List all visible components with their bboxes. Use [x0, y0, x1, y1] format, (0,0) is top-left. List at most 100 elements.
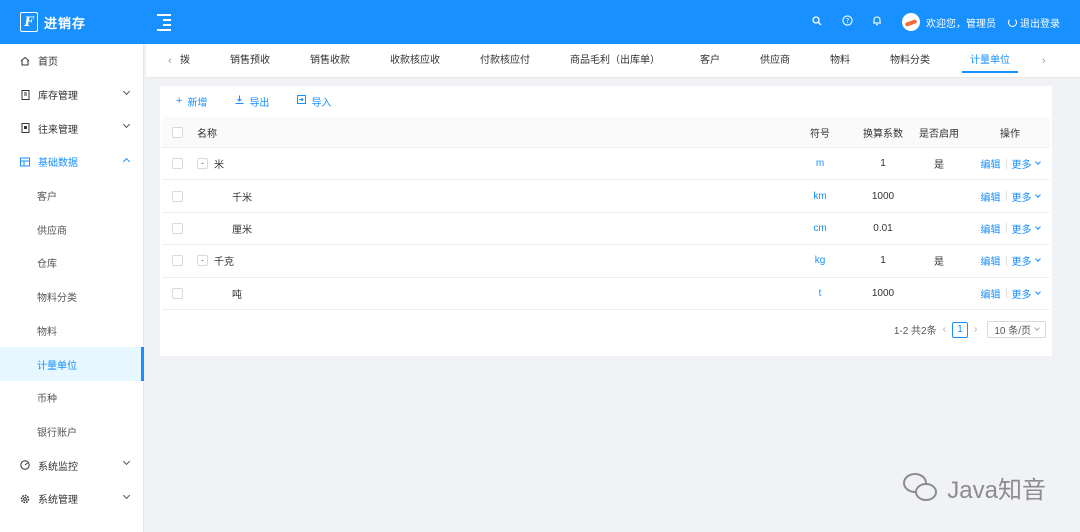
- sidebar-item-monitor[interactable]: 系统监控: [0, 448, 143, 482]
- more-dropdown[interactable]: 更多: [1012, 253, 1041, 268]
- tab-transfer[interactable]: 拨: [180, 44, 190, 78]
- edit-link[interactable]: 编辑: [981, 221, 1001, 236]
- chevron-down-icon: [122, 87, 131, 95]
- question-icon[interactable]: ?: [832, 15, 862, 29]
- sidebar-item-bank-account[interactable]: 银行账户: [0, 415, 143, 449]
- row-checkbox[interactable]: [172, 213, 183, 244]
- collapse-toggle-icon[interactable]: -: [197, 255, 208, 267]
- pagination: 1-2 共2条 ‹ 1 › 10 条/页: [894, 321, 1046, 338]
- sidebar-item-basic-data[interactable]: 基础数据: [0, 145, 143, 179]
- header-enabled: 是否启用: [919, 128, 959, 140]
- import-button[interactable]: 导入: [297, 94, 331, 109]
- more-label: 更多: [1011, 160, 1032, 172]
- sidebar-item-home[interactable]: 首页: [0, 44, 143, 78]
- edit-link[interactable]: 编辑: [981, 189, 1001, 204]
- row-ratio: 1000: [871, 287, 895, 299]
- sidebar-item-label: 仓库: [37, 259, 57, 271]
- row-actions: 编辑 更多: [972, 213, 1048, 244]
- add-button[interactable]: + 新增: [176, 94, 207, 109]
- row-name: 千克: [214, 257, 234, 269]
- page-number-button[interactable]: 1: [951, 321, 968, 338]
- app-logo[interactable]: F 进销存: [0, 0, 144, 44]
- row-ratio: 1000: [871, 190, 895, 202]
- tab-gross-profit[interactable]: 商品毛利（出库单）: [570, 44, 660, 78]
- row-name: 米: [214, 160, 224, 172]
- page-size-select[interactable]: 10 条/页: [987, 321, 1046, 338]
- sidebar-item-transactions[interactable]: 往来管理: [0, 111, 143, 145]
- tab-material-category[interactable]: 物料分类: [890, 44, 930, 78]
- chevron-down-icon: [1034, 325, 1040, 331]
- edit-link[interactable]: 编辑: [981, 286, 1001, 301]
- row-name-cell: 千米: [197, 180, 252, 211]
- select-all-checkbox[interactable]: [172, 117, 183, 147]
- table-row: 吨 t 1000 编辑 更多: [162, 278, 1050, 310]
- more-dropdown[interactable]: 更多: [1011, 221, 1041, 236]
- unit-table: 名称 符号 换算系数 是否启用 操作 -米 m 1 是 编辑 更多 千米 km …: [162, 117, 1050, 310]
- row-symbol: cm: [813, 222, 827, 234]
- row-enabled: 是: [934, 160, 944, 172]
- edit-link[interactable]: 编辑: [981, 156, 1001, 171]
- next-page-icon[interactable]: ›: [974, 324, 977, 335]
- more-dropdown[interactable]: 更多: [1011, 156, 1041, 172]
- table-row: - 千克 kg 1 是 编辑 更多: [162, 245, 1050, 278]
- tab-unit[interactable]: 计量单位: [962, 44, 1018, 78]
- edit-link[interactable]: 编辑: [981, 253, 1001, 268]
- row-symbol: t: [818, 287, 822, 299]
- row-checkbox[interactable]: [172, 245, 183, 276]
- sidebar-item-material[interactable]: 物料: [0, 314, 143, 348]
- tab-material[interactable]: 物料: [830, 44, 850, 78]
- tabs-scroll-left-icon[interactable]: ‹: [168, 55, 172, 67]
- export-label: 导出: [249, 97, 270, 109]
- ledger-icon: [20, 123, 30, 134]
- sidebar-item-unit[interactable]: 计量单位: [0, 347, 144, 381]
- logout-button[interactable]: 退出登录: [1008, 15, 1060, 30]
- tab-customer[interactable]: 客户: [700, 44, 720, 78]
- tab-sales-prepay[interactable]: 销售预收: [230, 44, 270, 78]
- more-dropdown[interactable]: 更多: [1012, 286, 1041, 301]
- tab-payment-verify[interactable]: 付款核应付: [480, 44, 530, 78]
- tabs-scroll-right-icon[interactable]: ›: [1042, 55, 1046, 67]
- header-ops: 操作: [1000, 128, 1020, 140]
- plus-icon: +: [176, 95, 183, 107]
- divider: [1005, 223, 1007, 234]
- more-label: 更多: [1011, 224, 1032, 236]
- row-symbol: kg: [814, 255, 826, 267]
- sidebar-item-inventory[interactable]: 库存管理: [0, 78, 143, 112]
- user-menu[interactable]: 欢迎您，管理员: [902, 13, 996, 31]
- chevron-down-icon: [1034, 288, 1041, 295]
- sidebar-item-material-category[interactable]: 物料分类: [0, 280, 143, 314]
- tab-sales-receipt[interactable]: 销售收款: [310, 44, 350, 78]
- gauge-icon: [20, 460, 30, 470]
- row-name-cell: 厘米: [197, 213, 252, 244]
- header-actions: ? 欢迎您，管理员 退出登录: [802, 0, 1080, 44]
- collapse-toggle-icon[interactable]: -: [197, 158, 208, 170]
- menu-toggle-icon[interactable]: [157, 14, 171, 31]
- tab-supplier[interactable]: 供应商: [760, 44, 790, 78]
- row-checkbox[interactable]: [172, 180, 183, 211]
- user-greeting: 欢迎您，管理员: [926, 18, 996, 30]
- more-label: 更多: [1011, 192, 1032, 204]
- gear-icon: [20, 494, 30, 504]
- sidebar-item-currency[interactable]: 币种: [0, 381, 143, 415]
- sidebar-item-label: 计量单位: [37, 360, 77, 372]
- export-button[interactable]: 导出: [235, 94, 269, 109]
- bell-icon[interactable]: [862, 15, 892, 29]
- search-icon[interactable]: [802, 15, 832, 29]
- logout-icon: [1008, 17, 1017, 27]
- sidebar-item-label: 系统管理: [38, 495, 78, 507]
- chevron-down-icon: [1034, 159, 1041, 166]
- more-dropdown[interactable]: 更多: [1011, 189, 1041, 204]
- tab-receipt-verify[interactable]: 收款核应收: [390, 44, 440, 78]
- row-ratio: 1: [880, 158, 886, 170]
- pagination-summary: 1-2 共2条: [893, 326, 937, 337]
- sidebar-item-customer[interactable]: 客户: [0, 179, 143, 213]
- table-row: 厘米 cm 0.01 编辑 更多: [162, 213, 1050, 246]
- sidebar-item-label: 币种: [37, 394, 57, 406]
- row-checkbox[interactable]: [172, 148, 183, 179]
- sidebar-item-warehouse[interactable]: 仓库: [0, 246, 143, 280]
- sidebar-item-system[interactable]: 系统管理: [0, 482, 143, 516]
- sidebar-item-supplier[interactable]: 供应商: [0, 212, 143, 246]
- prev-page-icon[interactable]: ‹: [943, 324, 946, 335]
- table-row: -米 m 1 是 编辑 更多: [162, 148, 1050, 181]
- row-checkbox[interactable]: [172, 278, 183, 309]
